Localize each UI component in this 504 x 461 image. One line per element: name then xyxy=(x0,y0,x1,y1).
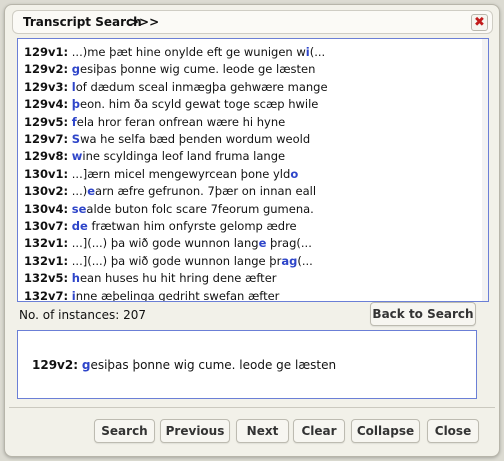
detail-text: esiþas þonne wig cume. leode ge læsten xyxy=(90,358,337,372)
result-row[interactable]: 129v3: lof dædum sceal inmægþa gehwære m… xyxy=(24,78,328,96)
result-row[interactable]: 132v1: ...](...) þa wið gode wunnon lang… xyxy=(24,252,313,270)
result-row[interactable]: 132v1: ...](...) þa wið gode wunnon lang… xyxy=(24,234,312,252)
result-text-tail: frætwan him onfyrste gelomp ædre xyxy=(87,219,297,233)
result-text-tail: ela hror feran onfrean wære hi hyne xyxy=(76,114,286,129)
result-text-tail: ean huses hu hit hring dene æfter xyxy=(79,271,277,286)
result-ref: 129v5: xyxy=(24,114,69,129)
result-row[interactable]: 129v8: wine scyldinga leof land fruma la… xyxy=(24,147,285,165)
result-text-tail: (... xyxy=(297,253,313,268)
close-icon[interactable]: ✖ xyxy=(471,14,488,31)
result-ref: 129v8: xyxy=(24,149,69,164)
result-row[interactable]: 130v7: de frætwan him onfyrste gelomp æd… xyxy=(24,217,297,235)
back-to-search-button[interactable]: Back to Search xyxy=(370,302,476,326)
result-text: ...]ærn micel mengewyrcean þone yld xyxy=(68,166,291,181)
result-mark: o xyxy=(290,166,299,181)
instance-count: No. of instances: 207 xyxy=(19,308,146,322)
result-row[interactable]: 129v2: gesiþas þonne wig cume. leode ge … xyxy=(24,60,315,78)
result-row[interactable]: 129v7: Swa he selfa bæd þenden wordum we… xyxy=(24,130,310,148)
result-row[interactable]: 130v1: ...]ærn micel mengewyrcean þone y… xyxy=(24,165,298,183)
search-button[interactable]: Search xyxy=(94,419,155,443)
next-button[interactable]: Next xyxy=(236,419,289,443)
detail-line: 129v2: gesiþas þonne wig cume. leode ge … xyxy=(32,358,336,372)
result-text-tail: þrag(... xyxy=(266,236,312,251)
result-text-tail: (... xyxy=(309,45,326,59)
result-row[interactable]: 132v7: inne æþelinga gedriht swefan æfte… xyxy=(24,287,280,302)
results-list[interactable]: 132v7: inne æþelinga gedriht swefan æfte… xyxy=(17,38,489,302)
close-button[interactable]: Close xyxy=(427,419,479,443)
result-highlight: g xyxy=(71,62,80,77)
result-text-tail: arn æfre gefrunon. 7þær on innan eall xyxy=(95,184,317,199)
result-row[interactable]: 130v2: ...)earn æfre gefrunon. 7þær on i… xyxy=(24,182,316,200)
result-text-tail: alde buton folc scare 7feorum gumena. xyxy=(86,201,314,216)
result-highlight: de xyxy=(71,219,88,233)
clear-button[interactable]: Clear xyxy=(293,419,345,443)
previous-button[interactable]: Previous xyxy=(160,419,230,443)
result-ref: 129v7: xyxy=(24,132,69,146)
result-highlight: w xyxy=(71,149,83,164)
result-ref: 129v1: xyxy=(24,45,69,59)
detail-box: 129v2: gesiþas þonne wig cume. leode ge … xyxy=(17,330,477,399)
result-highlight: þ xyxy=(71,97,80,112)
result-text-tail: esiþas þonne wig cume. leode ge læsten xyxy=(80,62,316,77)
result-row[interactable]: 130v4: sealde buton folc scare 7feorum g… xyxy=(24,200,314,218)
result-row[interactable]: 129v4: þeon. him ða scyld gewat toge scæ… xyxy=(24,95,318,113)
result-highlight: h xyxy=(71,271,80,286)
result-row[interactable]: 129v5: fela hror feran onfrean wære hi h… xyxy=(24,113,285,131)
result-text-tail: nne æþelinga gedriht swefan æfter xyxy=(75,288,280,302)
result-text-tail: of dædum sceal inmægþa gehwære mange xyxy=(75,79,328,94)
expand-arrows[interactable]: >>> xyxy=(129,15,159,29)
result-mark: ag xyxy=(281,253,298,268)
result-ref: 129v4: xyxy=(24,97,69,112)
result-ref: 129v2: xyxy=(24,62,69,77)
result-ref: 130v4: xyxy=(24,201,69,216)
result-highlight: se xyxy=(71,201,87,216)
result-text-tail: ine scyldinga leof land fruma lange xyxy=(82,149,286,164)
result-ref: 130v7: xyxy=(24,219,69,233)
results-scrollbar[interactable] xyxy=(482,39,488,301)
footer-divider xyxy=(9,407,495,408)
result-mark: e xyxy=(87,184,96,199)
result-ref: 129v3: xyxy=(24,79,69,94)
result-row[interactable]: 129v1: ...)me þæt hine onylde eft ge wun… xyxy=(24,43,325,61)
result-ref: 132v5: xyxy=(24,271,69,286)
collapse-button[interactable]: Collapse xyxy=(351,419,420,443)
detail-ref: 129v2: xyxy=(32,358,79,372)
result-ref: 132v1: xyxy=(24,236,69,251)
panel-title: Transcript Search xyxy=(23,15,142,29)
result-ref: 132v1: xyxy=(24,253,69,268)
transcript-search-panel: Transcript Search >>> ✖ 132v7: inne æþel… xyxy=(4,4,500,457)
result-text-tail: wa he selfa bæd þenden wordum weold xyxy=(80,132,311,146)
result-ref: 130v1: xyxy=(24,166,69,181)
result-ref: 130v2: xyxy=(24,184,69,199)
result-text: ...](...) þa wið gode wunnon lange þr xyxy=(68,253,282,268)
title-bar: Transcript Search >>> ✖ xyxy=(12,10,493,34)
result-ref: 132v7: xyxy=(24,288,69,302)
result-text: ...) xyxy=(68,184,88,199)
result-text-tail: eon. him ða scyld gewat toge scæp hwile xyxy=(80,97,319,112)
result-text: ...](...) þa wið gode wunnon lang xyxy=(68,236,259,251)
result-highlight: S xyxy=(71,132,81,146)
result-row[interactable]: 132v5: hean huses hu hit hring dene æfte… xyxy=(24,269,277,287)
result-text: ...)me þæt hine onylde eft ge wunigen w xyxy=(68,45,306,59)
